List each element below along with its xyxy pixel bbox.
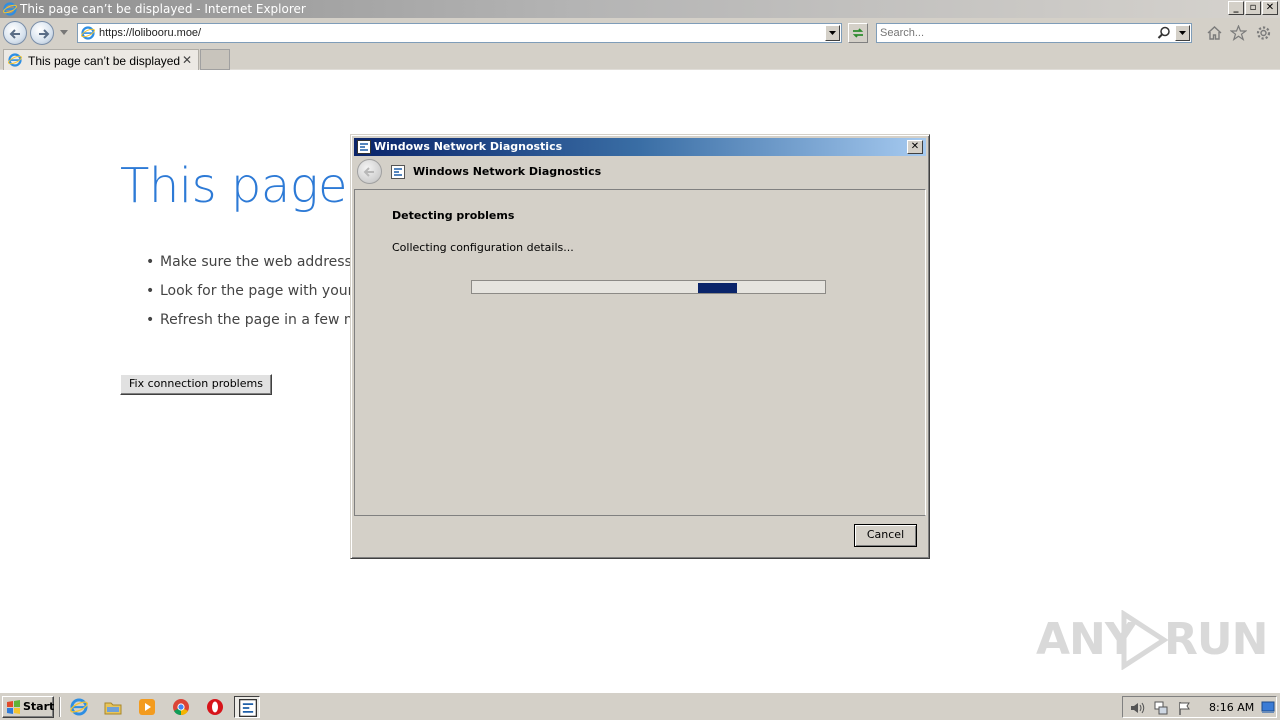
ie-title-bar: This page can’t be displayed - Internet … bbox=[0, 0, 1280, 18]
internet-explorer-icon bbox=[3, 2, 17, 16]
recent-pages-dropdown-icon[interactable] bbox=[60, 30, 68, 36]
suggestion-list: Make sure the web address h Look for the… bbox=[146, 254, 365, 341]
dialog-header: Windows Network Diagnostics bbox=[354, 156, 926, 188]
suggestion-item: Look for the page with your bbox=[146, 283, 365, 312]
taskbar-chrome[interactable] bbox=[168, 696, 194, 718]
page-heading: This page c bbox=[120, 158, 388, 214]
status-detail: Collecting configuration details... bbox=[392, 241, 574, 254]
system-tray: 8:16 AM bbox=[1122, 696, 1277, 718]
dialog-body: Detecting problems Collecting configurat… bbox=[354, 189, 926, 516]
close-window-button[interactable]: ✕ bbox=[1262, 1, 1278, 15]
network-icon[interactable] bbox=[1153, 700, 1169, 716]
search-dropdown-button[interactable] bbox=[1175, 25, 1190, 41]
dialog-title: Windows Network Diagnostics bbox=[374, 140, 563, 153]
network-diagnostics-icon bbox=[391, 165, 405, 182]
chrome-icon bbox=[173, 699, 189, 716]
file-explorer-icon bbox=[104, 702, 122, 715]
action-center-flag-icon[interactable] bbox=[1177, 700, 1193, 716]
search-icon[interactable] bbox=[1157, 26, 1171, 40]
fix-connection-problems-button[interactable]: Fix connection problems bbox=[120, 374, 272, 395]
taskbar: Start 8:16 AM bbox=[0, 692, 1280, 720]
restore-button[interactable]: ▫ bbox=[1245, 1, 1261, 15]
chevron-down-icon bbox=[829, 31, 836, 35]
address-dropdown-button[interactable] bbox=[825, 25, 840, 41]
progress-bar bbox=[471, 280, 826, 294]
anyrun-watermark: ANY RUN bbox=[1036, 606, 1268, 672]
home-icon[interactable] bbox=[1206, 25, 1223, 41]
dialog-close-button[interactable]: ✕ bbox=[907, 140, 923, 154]
network-diagnostics-icon bbox=[357, 140, 371, 157]
dialog-header-title: Windows Network Diagnostics bbox=[413, 165, 602, 178]
network-diagnostics-icon bbox=[239, 699, 257, 717]
taskbar-file-explorer[interactable] bbox=[100, 696, 126, 718]
navigation-bar: https://lolibooru.moe/ bbox=[0, 18, 1280, 48]
suggestion-item: Refresh the page in a few mi bbox=[146, 312, 365, 341]
arrow-right-icon bbox=[39, 29, 50, 39]
taskbar-opera[interactable] bbox=[202, 696, 228, 718]
tab-bar: This page can’t be displayed ✕ bbox=[0, 48, 1280, 70]
volume-icon[interactable] bbox=[1129, 700, 1145, 716]
new-tab-button[interactable] bbox=[200, 49, 230, 70]
tab-close-icon[interactable]: ✕ bbox=[182, 53, 192, 67]
windows-logo-icon bbox=[7, 700, 20, 714]
network-diagnostics-dialog: Windows Network Diagnostics ✕ Windows Ne… bbox=[350, 134, 930, 559]
refresh-icon bbox=[852, 28, 864, 38]
taskbar-internet-explorer[interactable] bbox=[66, 696, 92, 718]
start-label: Start bbox=[23, 700, 55, 713]
opera-icon bbox=[207, 699, 223, 715]
window-title: This page can’t be displayed - Internet … bbox=[20, 2, 306, 16]
show-desktop-icon[interactable] bbox=[1261, 700, 1275, 714]
back-button[interactable] bbox=[3, 21, 27, 45]
progress-marquee-chunk bbox=[698, 283, 737, 293]
refresh-button[interactable] bbox=[848, 23, 868, 43]
minimize-button[interactable]: _ bbox=[1228, 1, 1244, 15]
gear-icon[interactable] bbox=[1255, 25, 1272, 41]
status-heading: Detecting problems bbox=[392, 209, 515, 222]
start-button[interactable]: Start bbox=[2, 696, 54, 718]
address-url[interactable]: https://lolibooru.moe/ bbox=[99, 27, 201, 39]
dialog-back-button[interactable] bbox=[357, 159, 382, 184]
arrow-left-icon bbox=[9, 29, 20, 39]
forward-button[interactable] bbox=[30, 21, 54, 45]
arrow-left-icon bbox=[363, 167, 374, 177]
play-logo-icon bbox=[1121, 610, 1168, 670]
suggestion-item: Make sure the web address h bbox=[146, 254, 365, 283]
dialog-title-bar[interactable]: Windows Network Diagnostics ✕ bbox=[354, 138, 926, 156]
taskbar-network-diagnostics[interactable] bbox=[234, 696, 260, 718]
search-input[interactable] bbox=[880, 26, 1150, 40]
site-favicon-icon bbox=[81, 26, 95, 43]
tab-title: This page can’t be displayed bbox=[28, 54, 181, 68]
taskbar-separator bbox=[59, 697, 61, 717]
search-box[interactable] bbox=[876, 23, 1192, 43]
clock[interactable]: 8:16 AM bbox=[1209, 701, 1254, 714]
chevron-down-icon bbox=[1179, 31, 1186, 35]
watermark-text-right: RUN bbox=[1164, 614, 1268, 665]
internet-explorer-icon bbox=[70, 698, 88, 716]
media-player-icon bbox=[139, 699, 155, 715]
favorites-star-icon[interactable] bbox=[1230, 25, 1247, 41]
tab-favicon-icon bbox=[8, 53, 22, 70]
address-bar[interactable]: https://lolibooru.moe/ bbox=[77, 23, 842, 43]
cancel-button[interactable]: Cancel bbox=[854, 524, 917, 547]
taskbar-media-player[interactable] bbox=[134, 696, 160, 718]
tab-current-page[interactable]: This page can’t be displayed ✕ bbox=[3, 49, 199, 70]
